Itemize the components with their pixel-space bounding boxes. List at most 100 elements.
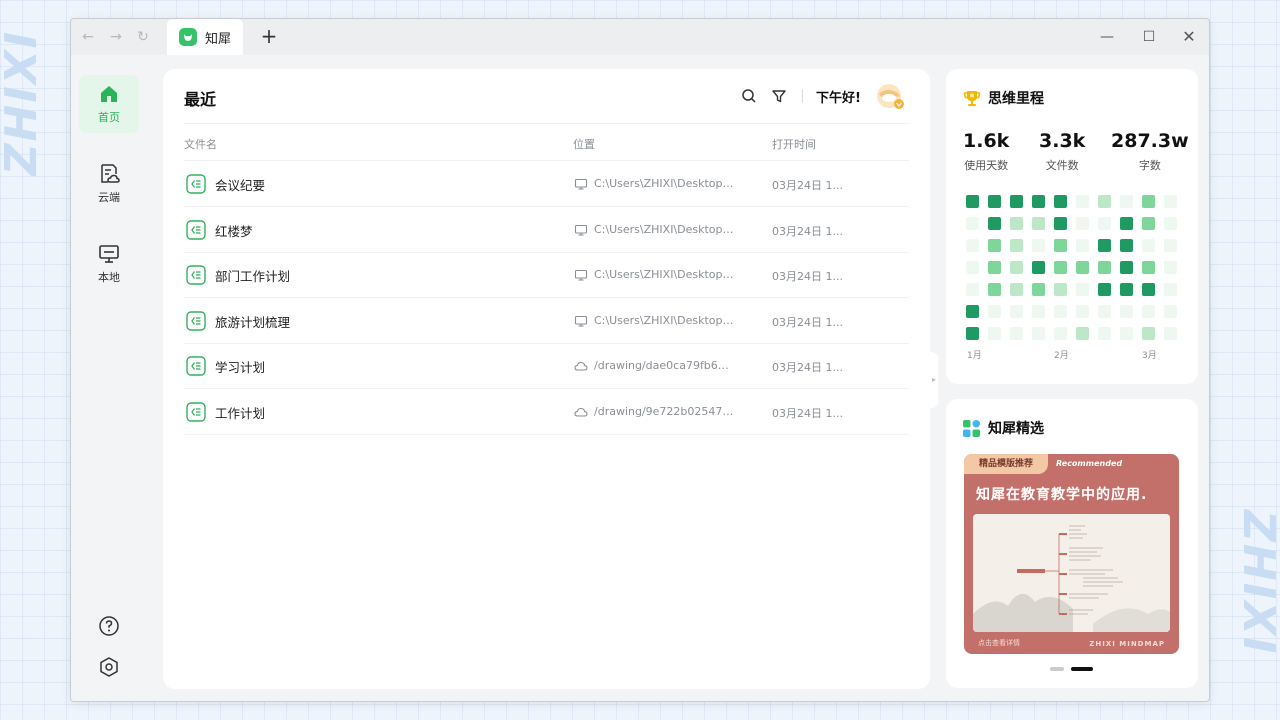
banner-title: 知犀在教育教学中的应用. xyxy=(976,487,1148,503)
mindmap-file-icon xyxy=(186,219,206,240)
column-header-location[interactable]: 位置 xyxy=(573,136,595,152)
heatmap-cell xyxy=(988,239,1001,252)
stat-label: 使用天数 xyxy=(964,159,1009,172)
heatmap-cell xyxy=(1076,261,1089,274)
heatmap-cell xyxy=(1120,217,1133,230)
header-divider xyxy=(184,123,909,124)
heatmap-cell xyxy=(1098,327,1111,340)
heatmap-cell xyxy=(1098,195,1111,208)
carousel-dot[interactable] xyxy=(1050,667,1064,671)
heatmap-cell xyxy=(966,217,979,230)
file-open-time: 03月24日 1... xyxy=(772,315,843,329)
forward-arrow-icon[interactable]: → xyxy=(107,28,125,46)
heatmap-cell xyxy=(988,261,1001,274)
reload-icon[interactable]: ↻ xyxy=(134,28,152,46)
heatmap-cell xyxy=(1142,327,1155,340)
maximize-button[interactable]: ☐ xyxy=(1139,27,1159,47)
file-location: C:\Users\ZHIXI\Desktop\... xyxy=(594,268,734,281)
monitor-icon xyxy=(99,245,119,263)
heatmap-cell xyxy=(1120,195,1133,208)
featured-banner[interactable]: 精品模版推荐 Recommended 知犀在教育教学中的应用. 点击查看详情 Z… xyxy=(964,454,1179,654)
heatmap-cell xyxy=(1010,305,1023,318)
stat-value: 3.3k xyxy=(1039,130,1086,152)
heatmap-cell xyxy=(1098,261,1111,274)
file-name: 学习计划 xyxy=(215,360,266,375)
cloud-file-icon xyxy=(101,164,120,183)
tab-zhixi[interactable]: 知犀 xyxy=(167,19,243,55)
collapse-panel-handle[interactable]: ▸ xyxy=(930,352,938,408)
sidebar-item-label: 云端 xyxy=(98,191,120,204)
sidebar-item-cloud[interactable]: 云端 xyxy=(79,155,139,213)
heatmap-cell xyxy=(1142,217,1155,230)
table-row[interactable]: 学习计划/drawing/dae0ca79fb64fd5... 03月24日 1.… xyxy=(184,343,909,389)
table-row[interactable]: 部门工作计划 C:\Users\ZHIXI\Desktop\... 03月24日 1… xyxy=(184,252,909,298)
table-row[interactable]: 工作计划/drawing/9e722b02547ee1... 03月24日 1..… xyxy=(184,389,909,435)
table-row[interactable]: 旅游计划梳理 C:\Users\ZHIXI\Desktop\... 03月24日 1… xyxy=(184,298,909,344)
background-watermark-right: ZHIXI xyxy=(1233,510,1280,656)
home-icon xyxy=(101,86,117,102)
banner-footer-right: ZHIXI MINDMAP xyxy=(1089,640,1165,648)
mindmap-preview-image xyxy=(973,514,1170,632)
tab-title: 知犀 xyxy=(205,31,232,47)
carousel-dot-active[interactable] xyxy=(1071,667,1093,671)
file-open-time: 03月24日 1... xyxy=(772,270,843,283)
sidebar-item-home[interactable]: 首页 xyxy=(79,75,139,133)
title-bar: ← → ↻ 知犀 + — ☐ ✕ xyxy=(71,19,1209,55)
sidebar-item-local[interactable]: 本地 xyxy=(79,235,139,293)
heatmap-cell xyxy=(1120,239,1133,252)
heatmap-cell xyxy=(1054,239,1067,252)
heatmap-cell xyxy=(988,195,1001,208)
table-row[interactable]: 红楼梦 C:\Users\ZHIXI\Desktop\... 03月24日 1... xyxy=(184,207,909,253)
heatmap-cell xyxy=(1164,239,1177,252)
monitor-icon xyxy=(574,224,588,236)
search-icon[interactable] xyxy=(741,88,757,104)
filter-icon[interactable] xyxy=(771,88,787,104)
heatmap-cell xyxy=(966,305,979,318)
back-arrow-icon[interactable]: ← xyxy=(79,28,97,46)
heatmap-cell xyxy=(1164,283,1177,296)
heatmap-cell xyxy=(1164,217,1177,230)
heatmap-cell xyxy=(1054,261,1067,274)
settings-icon[interactable] xyxy=(98,656,120,678)
file-name: 部门工作计划 xyxy=(215,269,291,284)
add-tab-button[interactable]: + xyxy=(259,25,279,47)
sidebar-item-label: 本地 xyxy=(98,271,120,284)
heatmap-cell xyxy=(1010,283,1023,296)
file-name: 工作计划 xyxy=(215,405,266,421)
column-header-name[interactable]: 文件名 xyxy=(184,136,217,152)
heatmap-cell xyxy=(1076,239,1089,252)
heatmap-cell xyxy=(1032,261,1045,274)
mindmap-file-icon xyxy=(186,356,206,376)
file-location: /drawing/dae0ca79fb64fd5... xyxy=(594,359,734,372)
column-header-time[interactable]: 打开时间 xyxy=(772,136,816,152)
heatmap-cell xyxy=(1032,217,1045,230)
table-row[interactable]: 会议纪要 C:\Users\ZHIXI\Desktop\... 03月24日 1..… xyxy=(184,161,909,207)
heatmap-cell xyxy=(1098,217,1111,230)
monitor-icon xyxy=(574,269,588,281)
file-open-time: 03月24日 1... xyxy=(772,224,843,238)
heatmap-cell xyxy=(1098,283,1111,296)
stat-value: 287.3w xyxy=(1111,130,1189,152)
file-location: /drawing/9e722b02547ee1... xyxy=(594,404,734,418)
cloud-icon xyxy=(574,407,588,417)
avatar[interactable] xyxy=(875,82,905,110)
help-icon[interactable] xyxy=(98,615,120,637)
close-window-button[interactable]: ✕ xyxy=(1179,27,1199,47)
mindmap-file-icon xyxy=(186,265,206,285)
heatmap-cell xyxy=(1120,261,1133,274)
cloud-icon xyxy=(574,361,588,371)
heatmap-cell xyxy=(1054,327,1067,340)
toolbar-divider xyxy=(802,89,803,103)
zhixi-logo-icon xyxy=(179,28,197,46)
heatmap-cell xyxy=(1032,305,1045,318)
heatmap-cell xyxy=(1076,327,1089,340)
app-window: ← → ↻ 知犀 + — ☐ ✕ 首页 云端 本地 最近 下午好! 文件名 位置… xyxy=(70,18,1210,702)
heatmap-cell xyxy=(1142,305,1155,318)
minimize-button[interactable]: — xyxy=(1097,27,1117,47)
file-name: 旅游计划梳理 xyxy=(215,314,291,330)
file-name: 会议纪要 xyxy=(215,178,266,193)
stat-value: 1.6k xyxy=(963,130,1010,152)
heatmap-cell xyxy=(1076,217,1089,230)
heatmap-cell xyxy=(1098,239,1111,252)
heatmap-cell xyxy=(1142,239,1155,252)
